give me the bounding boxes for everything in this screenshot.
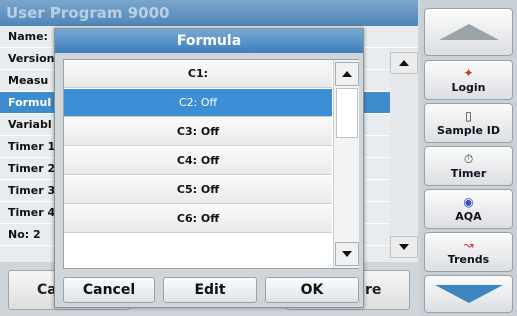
person-icon: ✦ xyxy=(463,65,474,80)
login-button[interactable]: ✦ Login xyxy=(424,60,513,100)
arrow-up-icon xyxy=(438,24,499,40)
background-scroll-up-button[interactable] xyxy=(390,52,418,74)
formula-dialog: Formula C1: C2: Off C3: Off C4: Off C5: … xyxy=(54,28,364,308)
login-label: Login xyxy=(451,80,486,94)
aqa-label: AQA xyxy=(455,209,482,223)
sample-id-button[interactable]: ▯ Sample ID xyxy=(424,103,513,143)
aqa-icon: ◉ xyxy=(463,194,474,209)
aqa-button[interactable]: ◉ AQA xyxy=(424,189,513,229)
vial-icon: ▯ xyxy=(465,108,472,123)
dialog-title: Formula xyxy=(55,29,363,53)
scroll-down-button[interactable] xyxy=(335,242,359,266)
option-scrollbar[interactable] xyxy=(333,60,359,268)
option-c5[interactable]: C5: Off xyxy=(64,176,332,204)
timer-label: Timer xyxy=(450,166,487,180)
timer-icon: ⏱ xyxy=(463,151,474,166)
trends-button[interactable]: ↝ Trends xyxy=(424,232,513,272)
arrow-down-icon xyxy=(434,285,503,303)
scroll-up-button[interactable] xyxy=(424,8,513,56)
timer-button[interactable]: ⏱ Timer xyxy=(424,146,513,186)
scroll-up-button[interactable] xyxy=(335,62,359,86)
option-c6[interactable]: C6: Off xyxy=(64,205,332,233)
formula-option-list: C1: C2: Off C3: Off C4: Off C5: Off C6: … xyxy=(63,59,359,269)
sidebar: ✦ Login ▯ Sample ID ⏱ Timer ◉ AQA ↝ Tren… xyxy=(420,0,517,316)
option-c3[interactable]: C3: Off xyxy=(64,118,332,146)
background-scroll-pane xyxy=(390,48,418,258)
ok-button[interactable]: OK xyxy=(265,277,359,303)
scroll-down-button[interactable] xyxy=(424,275,513,313)
option-c4[interactable]: C4: Off xyxy=(64,147,332,175)
arrow-up-icon xyxy=(342,71,352,77)
arrow-down-icon xyxy=(342,251,352,257)
option-c1[interactable]: C1: xyxy=(64,60,332,88)
trends-icon: ↝ xyxy=(463,237,474,252)
option-c2[interactable]: C2: Off xyxy=(64,89,332,117)
background-header: User Program 9000 xyxy=(0,0,418,26)
background-title: User Program 9000 xyxy=(6,4,170,22)
arrow-down-icon xyxy=(399,244,409,250)
edit-button[interactable]: Edit xyxy=(163,277,257,303)
cancel-button[interactable]: Cancel xyxy=(63,277,155,303)
sample-id-label: Sample ID xyxy=(437,123,500,137)
scroll-thumb[interactable] xyxy=(336,88,358,138)
background-scroll-down-button[interactable] xyxy=(390,236,418,258)
trends-label: Trends xyxy=(447,252,490,266)
arrow-up-icon xyxy=(399,60,409,66)
